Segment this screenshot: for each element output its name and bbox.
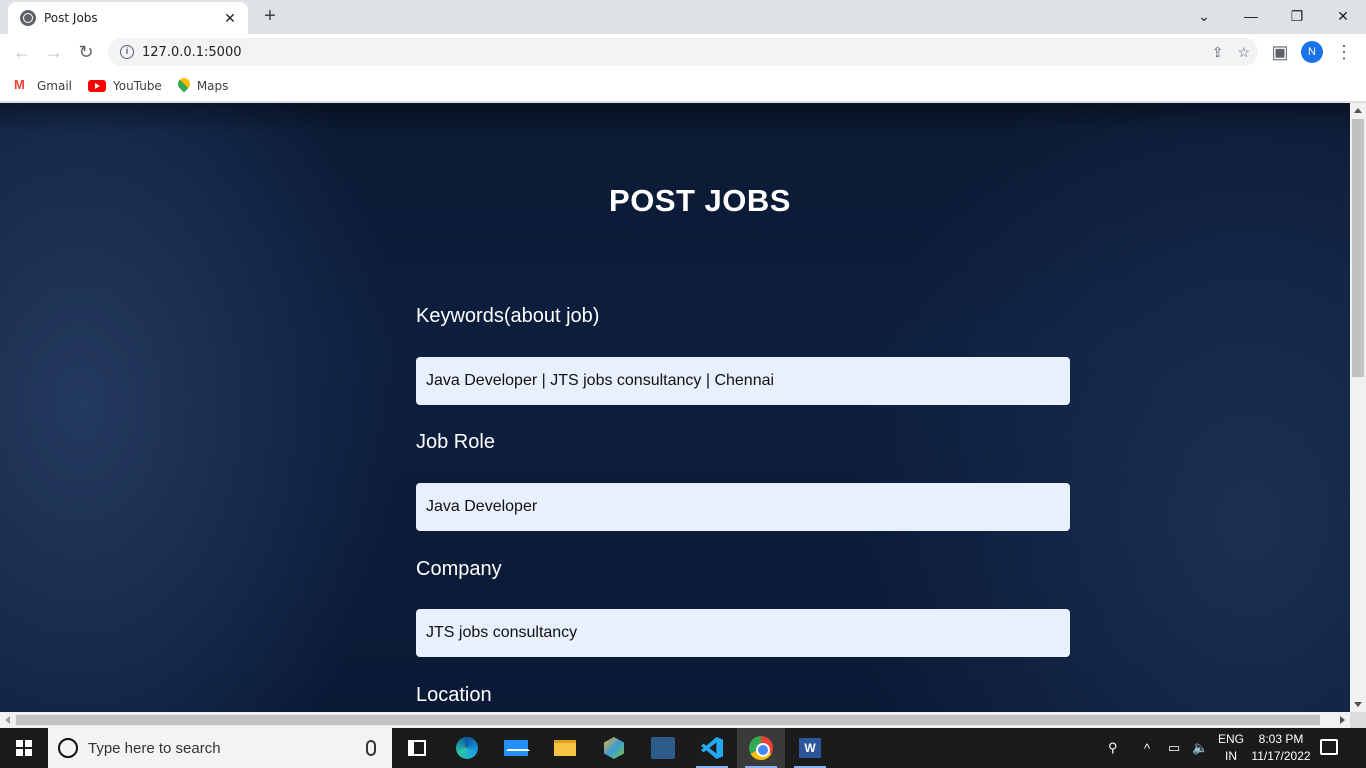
search-placeholder: Type here to search [88,739,221,757]
scrollbar-corner [1350,712,1366,728]
chrome-button[interactable] [737,728,785,768]
scroll-up-icon[interactable] [1354,108,1362,113]
taskbar: Type here to search W ⚲ ^ ▭ 🔈 ENG IN 8:0… [0,728,1366,768]
page-viewport: POST JOBS Keywords(about job) Job Role C… [0,103,1350,712]
word-button[interactable]: W [786,728,834,768]
vertical-scroll-thumb[interactable] [1352,119,1364,377]
clock-date: 11/17/2022 [1251,749,1311,763]
edge-icon [456,737,478,759]
scroll-left-icon[interactable] [5,716,10,724]
bookmark-label: Maps [196,78,229,93]
cube-app-icon [604,737,624,759]
task-view-button[interactable] [393,728,441,768]
language-indicator[interactable]: ENG IN [1216,731,1246,765]
back-button[interactable]: ← [8,38,36,66]
youtube-icon [88,79,107,92]
microphone-icon[interactable] [366,740,376,756]
bookmark-maps[interactable]: Maps [178,78,229,94]
minimize-button[interactable]: — [1228,0,1274,32]
forward-button[interactable]: → [40,38,68,66]
site-info-icon[interactable]: i [120,45,134,59]
tab-close-icon[interactable]: ✕ [222,10,238,27]
clock[interactable]: 8:03 PM 11/17/2022 [1248,731,1314,765]
tab-post-jobs[interactable]: Post Jobs ✕ [8,2,248,34]
file-explorer-button[interactable] [541,728,589,768]
location-label: Location [416,684,492,706]
vscode-icon [701,737,723,759]
clock-time: 8:03 PM [1258,732,1304,746]
vscode-button[interactable] [688,728,736,768]
keywords-input[interactable] [416,357,1070,405]
scroll-right-icon[interactable] [1340,716,1345,724]
edge-button[interactable] [443,728,491,768]
page-title: POST JOBS [609,183,791,218]
side-panel-icon[interactable]: ▣ [1266,38,1294,66]
gmail-icon [14,77,30,92]
chrome-icon [749,736,773,760]
taskbar-search[interactable]: Type here to search [48,728,392,768]
share-icon[interactable]: ⇪ [1212,44,1224,61]
horizontal-scrollbar[interactable] [0,712,1350,728]
restore-button[interactable]: ❐ [1274,0,1320,32]
keywords-label: Keywords(about job) [416,305,600,327]
bookmark-star-icon[interactable]: ☆ [1237,44,1250,61]
job-role-label: Job Role [416,431,495,453]
profile-avatar[interactable]: N [1301,41,1323,63]
bookmark-youtube[interactable]: YouTube [88,79,162,93]
mail-button[interactable] [492,728,540,768]
new-tab-button[interactable]: + [258,5,282,29]
task-view-icon [408,740,426,756]
address-bar[interactable]: i 127.0.0.1:5000 ⇪ ☆ [108,38,1258,66]
database-app-icon [651,737,675,759]
bookmark-label: YouTube [113,78,162,93]
url-text[interactable]: 127.0.0.1:5000 [142,45,242,60]
job-role-input[interactable] [416,483,1070,531]
people-icon[interactable]: ⚲ [1108,728,1118,768]
maps-icon [178,78,190,94]
language-code: ENG [1217,732,1244,746]
globe-icon [20,10,36,26]
bookmark-gmail[interactable]: Gmail [14,77,73,93]
reload-button[interactable]: ↻ [72,38,100,66]
bookmarks-bar: Gmail YouTube Maps [0,70,1366,102]
scroll-down-icon[interactable] [1354,702,1362,707]
tab-title: Post Jobs [44,11,98,25]
battery-icon[interactable]: ▭ [1168,728,1180,768]
vertical-scrollbar[interactable] [1350,103,1366,712]
bookmark-label: Gmail [37,78,73,93]
tab-strip: Post Jobs ✕ + ⌄ — ❐ ✕ [0,0,1366,34]
horizontal-scroll-thumb[interactable] [16,715,1320,725]
start-button[interactable] [0,728,48,768]
database-app-button[interactable] [639,728,687,768]
company-label: Company [416,558,502,580]
word-icon: W [799,738,821,758]
notification-icon[interactable] [1320,739,1338,755]
app-cube-button[interactable] [590,728,638,768]
browser-toolbar: ← → ↻ i 127.0.0.1:5000 ⇪ ☆ ▣ N ⋮ [0,34,1366,70]
region-code: IN [1225,749,1237,763]
close-window-button[interactable]: ✕ [1320,0,1366,32]
volume-icon[interactable]: 🔈 [1192,728,1208,768]
folder-icon [554,740,576,756]
windows-logo-icon [16,740,32,756]
tab-search-button[interactable]: ⌄ [1181,0,1227,32]
show-hidden-icons[interactable]: ^ [1144,728,1150,768]
menu-kebab-icon[interactable]: ⋮ [1330,38,1358,66]
company-input[interactable] [416,609,1070,657]
cortana-icon [58,738,78,758]
mail-icon [504,740,528,756]
